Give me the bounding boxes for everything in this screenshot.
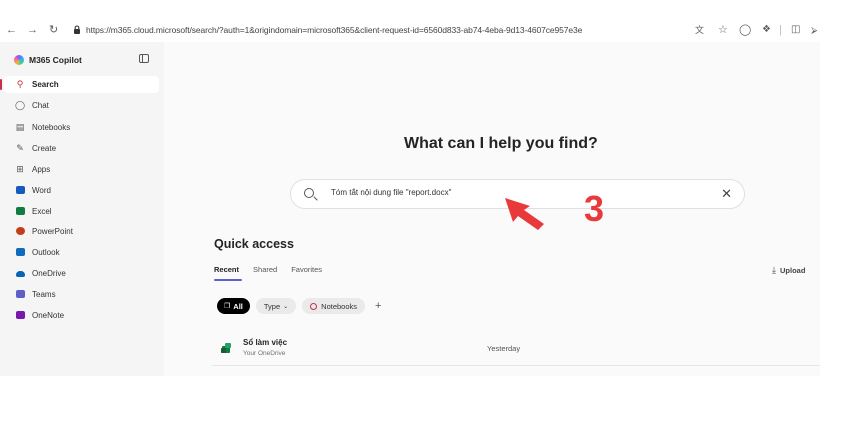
main-content: What can I help you find? ✕ 3 Quick acce…	[164, 42, 820, 376]
sidebar-item-label: Outlook	[32, 248, 60, 257]
forward-icon[interactable]: →	[27, 24, 38, 36]
lock-icon[interactable]	[73, 25, 81, 34]
extensions-icon[interactable]: ❖	[762, 24, 771, 36]
address-bar[interactable]: https://m365.cloud.microsoft/search/?aut…	[86, 25, 582, 35]
sidebar-item-chat[interactable]: ◯ Chat	[4, 97, 159, 114]
sidebar-item-outlook[interactable]: Outlook	[4, 244, 159, 261]
annotation-number: 3	[584, 188, 605, 229]
sidebar-item-create[interactable]: ✎ Create	[4, 140, 159, 157]
filter-notebooks-label: Notebooks	[321, 301, 358, 311]
upload-label: Upload	[779, 266, 806, 275]
quick-access-title: Quick access	[214, 237, 294, 251]
tab-shared[interactable]: Shared	[253, 265, 277, 274]
search-icon: ⚲	[16, 79, 24, 89]
files-icon: ❐	[224, 303, 231, 310]
file-location: Your OneDrive	[243, 350, 286, 357]
filter-all-button[interactable]: ❐ All	[217, 298, 250, 314]
outlook-icon	[14, 247, 26, 258]
onedrive-icon	[14, 269, 26, 279]
upload-button[interactable]: ⤓ Upload	[772, 265, 805, 276]
filter-all-label: All	[233, 301, 243, 311]
notebook-icon: ▤	[15, 122, 25, 132]
split-view-icon[interactable]: ◫	[791, 24, 800, 36]
sidebar-item-label: OneDrive	[32, 269, 66, 278]
file-name[interactable]: Sổ làm việc	[243, 338, 287, 347]
annotation-arrow-icon	[505, 198, 544, 230]
table-row[interactable]: Sổ làm việc Your OneDrive Yesterday	[212, 332, 820, 366]
sidebar-item-label: Notebooks	[32, 123, 71, 132]
sidebar-item-apps[interactable]: ⊞ Apps	[4, 161, 159, 178]
refresh-icon[interactable]: ↻	[49, 24, 58, 36]
quick-access-tabs: Recent Shared Favorites	[214, 265, 322, 274]
upload-icon: ⤓	[772, 265, 776, 275]
excel-file-icon	[221, 343, 231, 353]
sidebar-item-label: Excel	[32, 207, 52, 216]
close-icon[interactable]: ✕	[721, 186, 732, 202]
apps-icon: ⊞	[16, 164, 24, 174]
back-icon[interactable]: ←	[6, 24, 17, 36]
filter-pills: ❐ All Type ⌄ Notebooks +	[217, 298, 381, 314]
file-time: Yesterday	[487, 344, 521, 353]
sidebar-item-label: PowerPoint	[32, 227, 73, 236]
teams-icon	[14, 289, 26, 300]
onenote-icon	[14, 310, 26, 321]
sidebar: M365 Copilot ⚲ Search ◯ Chat ▤ Notebooks…	[0, 42, 164, 376]
sidebar-item-label: OneNote	[32, 311, 65, 320]
app-frame: ← → ↻ https://m365.cloud.microsoft/searc…	[0, 0, 820, 376]
create-icon: ✎	[16, 143, 24, 153]
sidebar-item-label: Search	[32, 80, 59, 89]
panel-toggle-icon[interactable]	[139, 54, 149, 63]
active-indicator	[0, 79, 2, 90]
sidebar-item-teams[interactable]: Teams	[4, 286, 159, 303]
sidebar-item-label: Word	[32, 186, 51, 195]
sidebar-item-label: Teams	[32, 290, 56, 299]
browser-toolbar: ← → ↻ https://m365.cloud.microsoft/searc…	[0, 0, 820, 42]
sidebar-item-powerpoint[interactable]: PowerPoint	[4, 223, 159, 240]
sidebar-item-search[interactable]: ⚲ Search	[0, 76, 159, 93]
sidebar-item-label: Create	[32, 144, 57, 153]
notebook-icon	[310, 302, 318, 310]
search-icon	[304, 188, 314, 198]
app-name: M365 Copilot	[29, 55, 82, 65]
app-header[interactable]: M365 Copilot	[14, 53, 82, 67]
powerpoint-icon	[14, 226, 26, 237]
copilot-logo-icon	[14, 55, 24, 65]
page-title: What can I help you find?	[404, 135, 598, 152]
sidebar-item-onedrive[interactable]: OneDrive	[4, 265, 159, 282]
sidebar-item-word[interactable]: Word	[4, 182, 159, 199]
filter-notebooks-button[interactable]: Notebooks	[302, 298, 366, 314]
tab-recent[interactable]: Recent	[214, 265, 239, 274]
sidebar-item-excel[interactable]: Excel	[4, 203, 159, 220]
sidebar-item-onenote[interactable]: OneNote	[4, 307, 159, 324]
star-icon[interactable]: ☆	[718, 24, 728, 36]
chat-icon: ◯	[14, 100, 26, 110]
sidebar-item-label: Chat	[32, 101, 49, 110]
tab-favorites[interactable]: Favorites	[291, 265, 322, 274]
sidebar-item-label: Apps	[32, 165, 51, 174]
divider: |	[779, 24, 782, 36]
filter-type-label: Type	[263, 301, 281, 311]
word-icon	[14, 185, 26, 196]
collections-icon[interactable]: ⮚	[811, 24, 817, 36]
chevron-down-icon: ⌄	[283, 303, 289, 310]
sidebar-item-notebooks[interactable]: ▤ Notebooks	[4, 119, 159, 136]
add-filter-icon[interactable]: +	[375, 300, 381, 312]
tab-underline	[214, 279, 242, 281]
filter-type-dropdown[interactable]: Type ⌄	[255, 298, 297, 314]
shield-icon[interactable]: ◯	[739, 24, 751, 36]
excel-icon	[14, 206, 26, 217]
translate-icon[interactable]: 文	[695, 24, 704, 36]
